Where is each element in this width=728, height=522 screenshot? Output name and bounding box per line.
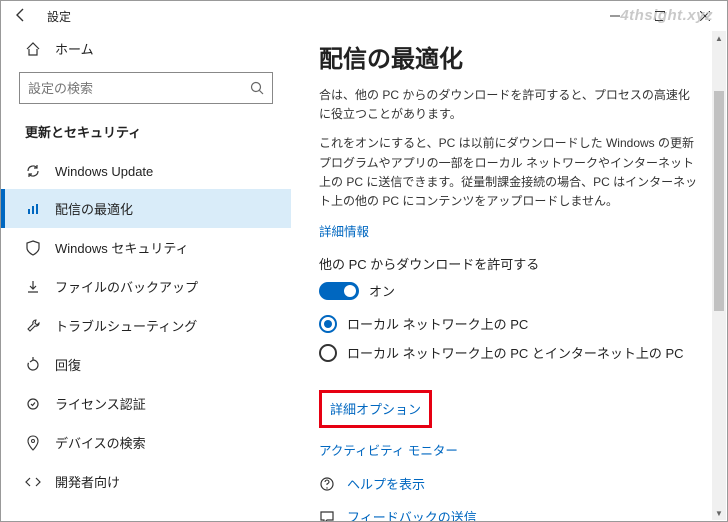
help-row: ヘルプを表示 <box>319 474 699 493</box>
sidebar-item-activation[interactable]: ライセンス認証 <box>1 384 291 423</box>
radio-label: ローカル ネットワーク上の PC <box>347 314 528 333</box>
advanced-options-link[interactable]: 詳細オプション <box>330 402 421 417</box>
sidebar-item-label: デバイスの検索 <box>55 433 146 452</box>
close-button[interactable] <box>682 1 727 31</box>
wrench-icon <box>25 318 41 334</box>
home-link[interactable]: ホーム <box>19 31 273 68</box>
allow-download-toggle[interactable] <box>319 282 359 300</box>
sidebar-item-recovery[interactable]: 回復 <box>1 345 291 384</box>
help-icon <box>319 476 335 492</box>
sidebar-item-label: 配信の最適化 <box>55 199 133 218</box>
settings-window: 設定 ホーム 更新とセキュリティ <box>0 0 728 522</box>
titlebar: 設定 <box>1 1 727 31</box>
more-info-link[interactable]: 詳細情報 <box>319 221 699 240</box>
sidebar-item-label: トラブルシューティング <box>55 316 197 335</box>
radio-option-internet[interactable]: ローカル ネットワーク上の PC とインターネット上の PC <box>319 343 699 362</box>
radio-selected-icon <box>319 315 337 333</box>
section-header: 更新とセキュリティ <box>19 118 273 153</box>
home-label: ホーム <box>55 39 94 58</box>
shield-icon <box>25 240 41 256</box>
sidebar-item-developers[interactable]: 開発者向け <box>1 462 291 501</box>
help-link[interactable]: ヘルプを表示 <box>347 474 425 493</box>
location-icon <box>25 435 41 451</box>
search-icon <box>250 81 264 95</box>
allow-download-header: 他の PC からダウンロードを許可する <box>319 254 699 273</box>
scrollbar-thumb[interactable] <box>714 91 724 311</box>
activity-monitor-link[interactable]: アクティビティ モニター <box>319 444 458 458</box>
maximize-icon <box>655 11 665 21</box>
minimize-button[interactable] <box>592 1 637 31</box>
window-body: ホーム 更新とセキュリティ Windows Update 配信の最適化 <box>1 31 727 521</box>
sidebar-item-delivery-optimization[interactable]: 配信の最適化 <box>1 189 291 228</box>
radio-option-local[interactable]: ローカル ネットワーク上の PC <box>319 314 699 333</box>
sidebar-item-label: Windows セキュリティ <box>55 238 189 257</box>
radio-label: ローカル ネットワーク上の PC とインターネット上の PC <box>347 343 684 362</box>
code-icon <box>25 474 41 490</box>
sidebar-item-label: ライセンス認証 <box>55 394 146 413</box>
key-icon <box>25 396 41 412</box>
sidebar-item-label: 回復 <box>55 355 81 374</box>
advanced-options-highlight: 詳細オプション <box>319 390 432 428</box>
feedback-link[interactable]: フィードバックの送信 <box>347 507 477 521</box>
maximize-button[interactable] <box>637 1 682 31</box>
sidebar-item-windows-security[interactable]: Windows セキュリティ <box>1 228 291 267</box>
window-title: 設定 <box>47 8 71 25</box>
sidebar-item-windows-update[interactable]: Windows Update <box>1 153 291 189</box>
scroll-up-button[interactable]: ▲ <box>712 31 726 45</box>
sidebar: ホーム 更新とセキュリティ Windows Update 配信の最適化 <box>1 31 291 521</box>
sidebar-item-label: ファイルのバックアップ <box>55 277 198 296</box>
page-title: 配信の最適化 <box>319 39 699 74</box>
feedback-row: フィードバックの送信 <box>319 507 699 521</box>
scroll-down-button[interactable]: ▼ <box>712 506 726 520</box>
feedback-icon <box>319 509 335 521</box>
recovery-icon <box>25 357 41 373</box>
sidebar-item-find-device[interactable]: デバイスの検索 <box>1 423 291 462</box>
back-button[interactable] <box>1 7 41 26</box>
sidebar-item-label: Windows Update <box>55 164 153 179</box>
content-pane: 配信の最適化 合は、他の PC からのダウンロードを許可すると、プロセスの高速化… <box>291 31 727 521</box>
description-text: これをオンにすると、PC は以前にダウンロードした Windows の更新プログ… <box>319 134 699 211</box>
close-icon <box>700 11 710 21</box>
sync-icon <box>25 163 41 179</box>
toggle-row: オン <box>319 281 699 300</box>
home-icon <box>25 41 41 57</box>
intro-text: 合は、他の PC からのダウンロードを許可すると、プロセスの高速化に役立つことが… <box>319 86 699 124</box>
sidebar-item-backup[interactable]: ファイルのバックアップ <box>1 267 291 306</box>
search-input[interactable] <box>28 81 250 96</box>
sidebar-nav: Windows Update 配信の最適化 Windows セキュリティ ファイ… <box>1 153 291 501</box>
radio-unselected-icon <box>319 344 337 362</box>
minimize-icon <box>610 11 620 21</box>
backup-icon <box>25 279 41 295</box>
optimization-icon <box>25 201 41 217</box>
search-input-wrapper[interactable] <box>19 72 273 104</box>
toggle-state-label: オン <box>369 281 395 300</box>
vertical-scrollbar[interactable]: ▲ ▼ <box>712 31 726 520</box>
toggle-knob <box>344 285 356 297</box>
arrow-left-icon <box>13 7 29 23</box>
sidebar-item-troubleshoot[interactable]: トラブルシューティング <box>1 306 291 345</box>
sidebar-item-label: 開発者向け <box>55 472 120 491</box>
